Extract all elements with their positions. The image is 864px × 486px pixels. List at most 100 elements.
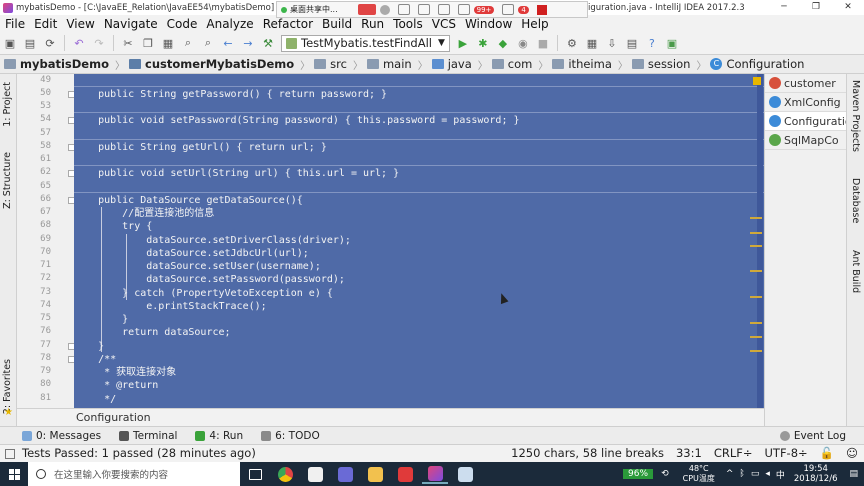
sdk-icon[interactable]: ▤ [625,36,639,50]
end-share-icon[interactable] [536,4,547,15]
menu-window[interactable]: Window [460,17,516,31]
project-tool-tab[interactable]: 1: Project [2,82,13,127]
task-view-button[interactable] [242,464,268,484]
menu-refactor[interactable]: Refactor [258,17,317,31]
member-icon[interactable] [502,4,515,15]
presentation-icon[interactable]: ▣ [665,36,679,50]
paste-icon[interactable]: ▦ [161,36,175,50]
event-log-tab[interactable]: Event Log [779,430,846,442]
cpu-temperature[interactable]: 48°C CPU温度 [683,464,715,484]
breadcrumb-src[interactable]: src [310,57,353,71]
database-tab[interactable]: Database [850,178,861,223]
scrollbar-thumb[interactable] [757,74,763,408]
taskbar-app-recorder[interactable] [392,464,418,484]
debug-icon[interactable]: ✱ [476,36,490,50]
back-icon[interactable]: ← [221,36,235,50]
error-stripe-mark[interactable] [750,336,762,338]
coverage-icon[interactable]: ◆ [496,36,510,50]
volume-icon[interactable]: ◂ [765,469,770,479]
ant-build-tab[interactable]: Ant Build [850,250,861,293]
save-icon[interactable]: ▤ [23,36,37,50]
taskbar-app-meeting[interactable] [452,464,478,484]
terminal-tab[interactable]: Terminal [119,430,177,442]
menu-edit[interactable]: Edit [29,17,61,31]
taskbar-clock[interactable]: 19:54 2018/12/6 [794,464,838,484]
menu-vcs[interactable]: VCS [427,17,460,31]
build-icon[interactable]: ⚒ [261,36,275,50]
error-stripe-mark[interactable] [750,245,762,247]
breadcrumb-main[interactable]: main [363,57,418,71]
rect-tool-icon[interactable] [437,4,450,15]
editor-tab-customer[interactable]: customer [765,74,847,93]
project-structure-icon[interactable]: ▦ [585,36,599,50]
profile-icon[interactable]: ◉ [516,36,530,50]
sync-icon[interactable]: ⟳ [43,36,57,50]
breadcrumb-com[interactable]: com [488,57,539,71]
run-config-selector[interactable]: TestMybatis.testFindAll ▼ [281,34,450,52]
code-editor[interactable]: public String getPassword() { return pas… [74,74,764,408]
menu-build[interactable]: Build [317,17,356,31]
editor-tab-sqlmapconfig[interactable]: SqlMapCo [765,131,847,150]
taskbar-search[interactable]: 在这里输入你要搜索的内容 [28,462,240,486]
structure-tool-tab[interactable]: Z: Structure [2,152,13,209]
ime-icon[interactable]: 中 [776,468,785,481]
editor-context-breadcrumb[interactable]: Configuration [17,408,764,426]
run-icon[interactable]: ▶ [456,36,470,50]
error-stripe-mark[interactable] [750,270,762,272]
menu-run[interactable]: Run [356,17,388,31]
breadcrumb-class[interactable]: C Configuration [706,57,810,71]
breadcrumb-project[interactable]: mybatisDemo [0,57,115,71]
maven-projects-tab[interactable]: Maven Projects [850,80,861,152]
menu-view[interactable]: View [61,17,98,31]
status-message[interactable]: Tests Passed: 1 passed (28 minutes ago) [22,445,256,462]
breadcrumb-session[interactable]: session [628,57,697,71]
bluetooth-icon[interactable]: ᛒ [739,469,744,479]
error-stripe-mark[interactable] [750,217,762,219]
run-tab[interactable]: 4: Run [195,430,243,442]
caret-position[interactable]: 33:1 [676,445,702,462]
redo-icon[interactable]: ↷ [92,36,106,50]
minimize-button[interactable]: ─ [768,0,800,15]
error-stripe-mark[interactable] [750,322,762,324]
error-stripe-mark[interactable] [750,232,762,234]
breadcrumb-itheima[interactable]: itheima [548,57,618,71]
breadcrumb-java[interactable]: java [428,57,478,71]
line-separator[interactable]: CRLF÷ [714,445,753,462]
help-icon[interactable]: ? [645,36,659,50]
favorites-tool-tab[interactable]: 2: Favorites [2,359,13,414]
taskbar-app-explorer[interactable] [362,464,388,484]
replace-icon[interactable]: ⌕ [201,36,215,50]
breadcrumb-module[interactable]: customerMybatisDemo [125,57,300,71]
warning-indicator-icon[interactable] [753,77,761,85]
settings-icon[interactable]: ⚙ [565,36,579,50]
editor-tab-xmlconfig[interactable]: XmlConfig [765,93,847,112]
error-stripe-mark[interactable] [750,296,762,298]
todo-tab[interactable]: 6: TODO [261,430,320,442]
editor-tab-configuration[interactable]: Configuration [765,112,847,131]
forward-icon[interactable]: → [241,36,255,50]
tool-windows-icon[interactable] [5,449,15,459]
taskbar-app-chrome[interactable] [272,464,298,484]
copy-icon[interactable]: ❐ [141,36,155,50]
cut-icon[interactable]: ✂ [121,36,135,50]
chat-icon[interactable] [457,4,470,15]
editor-scrollbar[interactable] [750,74,764,408]
menu-help[interactable]: Help [516,17,552,31]
notifications-icon[interactable]: ▤ [849,469,858,479]
menu-tools[interactable]: Tools [388,17,427,31]
close-button[interactable]: ✕ [832,0,864,15]
messages-tab[interactable]: 0: Messages [22,430,101,442]
menu-code[interactable]: Code [162,17,202,31]
find-icon[interactable]: ⌕ [181,36,195,50]
lock-icon[interactable]: 🔓 [820,445,834,462]
chevron-up-icon[interactable]: ^ [726,469,734,479]
menu-file[interactable]: File [0,17,29,31]
vcs-icon[interactable]: ⇩ [605,36,619,50]
error-stripe-mark[interactable] [750,350,762,352]
menu-analyze[interactable]: Analyze [201,17,257,31]
undo-icon[interactable]: ↶ [72,36,86,50]
pause-share-button[interactable] [379,4,390,15]
taskbar-app-eclipse[interactable] [332,464,358,484]
pointer-tool-icon[interactable] [397,4,410,15]
menu-navigate[interactable]: Navigate [99,17,162,31]
